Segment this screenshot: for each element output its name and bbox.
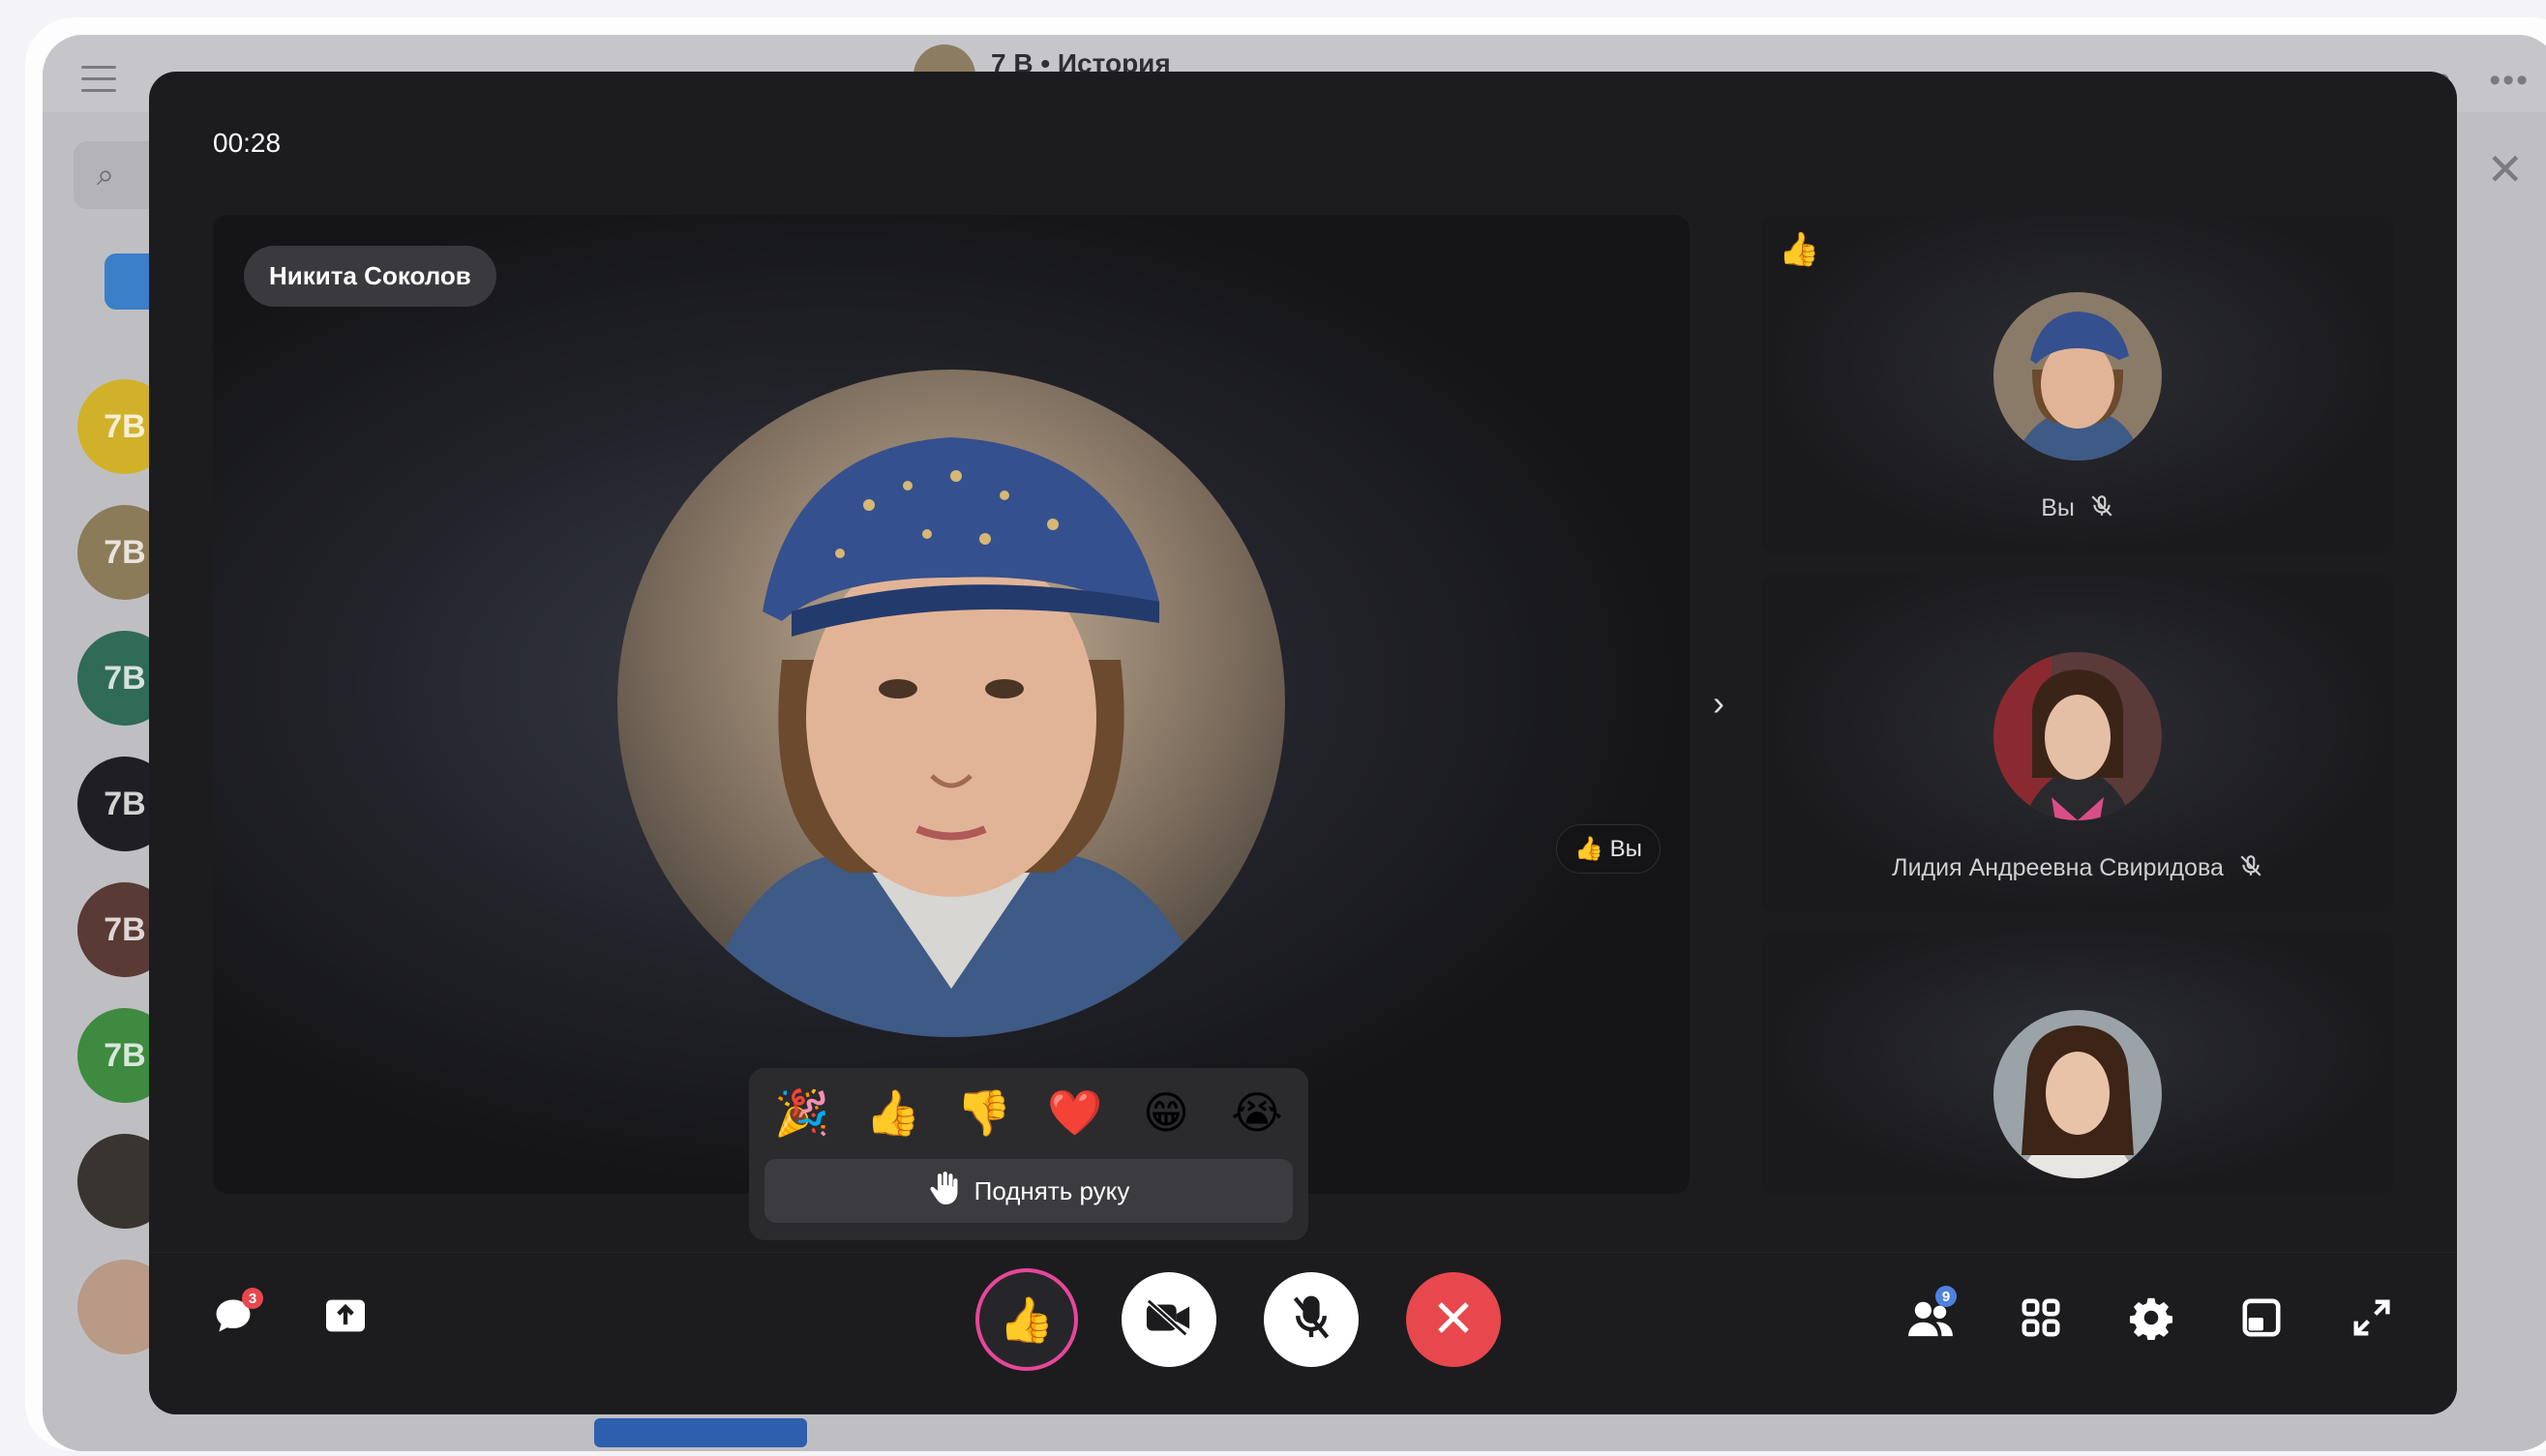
- grid-icon: [2021, 1297, 2061, 1343]
- chevron-right-icon[interactable]: ›: [1713, 683, 1724, 724]
- grid-view-button[interactable]: [2007, 1286, 2075, 1353]
- participant-name: Вы: [2041, 494, 2075, 522]
- raise-hand-label: Поднять руку: [973, 1175, 1130, 1205]
- mic-toggle-button[interactable]: [1264, 1272, 1359, 1367]
- thumbs-up-icon: 👍: [999, 1293, 1055, 1345]
- mic-off-icon: [2089, 493, 2114, 525]
- thumbs-up-icon[interactable]: 👍: [859, 1082, 927, 1144]
- reaction-button[interactable]: 👍: [979, 1272, 1074, 1367]
- more-icon[interactable]: •••: [2489, 62, 2530, 100]
- participant-avatar: [1993, 1010, 2162, 1178]
- participant-tile-1[interactable]: 👍 Вы: [1761, 215, 2394, 553]
- participant-avatar: [1993, 292, 2162, 461]
- mic-off-icon: [1290, 1294, 1333, 1346]
- tile-reaction: 👍: [1779, 231, 1820, 268]
- reaction-author: Вы: [1609, 836, 1642, 862]
- participant-label: Вы: [1761, 493, 2394, 525]
- speaker-avatar: [617, 370, 1285, 1037]
- heart-icon[interactable]: ❤️: [1041, 1082, 1109, 1144]
- thumbs-up-icon: 👍: [1574, 836, 1603, 862]
- crying-icon[interactable]: 😭: [1223, 1082, 1291, 1144]
- mic-off-icon: [2238, 853, 2263, 885]
- participant-name: Лидия Андреевна Свиридова: [1892, 854, 2224, 882]
- video-call-window: 00:28 Никита Соколов 👍 Вы › 👍 Вы Лидия А…: [149, 72, 2457, 1414]
- hand-icon: [928, 1170, 961, 1213]
- picture-in-picture-icon: [2241, 1297, 2282, 1343]
- grin-icon[interactable]: 😁: [1132, 1082, 1200, 1144]
- background-button: [594, 1418, 807, 1447]
- share-screen-icon: [324, 1296, 367, 1340]
- menu-icon[interactable]: [81, 66, 116, 92]
- gear-icon: [2129, 1295, 2173, 1345]
- call-timer: 00:28: [213, 128, 282, 158]
- chat-button[interactable]: 3: [199, 1284, 267, 1352]
- raise-hand-button[interactable]: Поднять руку: [764, 1159, 1293, 1223]
- participant-tile-3[interactable]: [1761, 933, 2394, 1194]
- call-controls: 3 👍 9: [149, 1252, 2457, 1414]
- reaction-badge: 👍 Вы: [1556, 824, 1661, 874]
- participant-avatar: [1993, 652, 2162, 820]
- search-icon: ⌕: [97, 157, 114, 192]
- close-icon[interactable]: ✕: [2486, 143, 2524, 195]
- fullscreen-icon: [2352, 1298, 2391, 1342]
- picture-in-picture-button[interactable]: [2228, 1286, 2295, 1353]
- camera-off-icon: [1145, 1298, 1193, 1342]
- share-screen-button[interactable]: [312, 1284, 379, 1352]
- participants-button[interactable]: 9: [1897, 1286, 1964, 1353]
- party-popper-icon[interactable]: 🎉: [768, 1082, 836, 1144]
- end-call-icon: [1434, 1298, 1473, 1342]
- participant-tile-2[interactable]: Лидия Андреевна Свиридова: [1761, 575, 2394, 913]
- fullscreen-button[interactable]: [2338, 1286, 2406, 1353]
- participant-label: Лидия Андреевна Свиридова: [1761, 853, 2394, 885]
- main-video-stage[interactable]: Никита Соколов 👍 Вы: [213, 215, 1690, 1194]
- camera-toggle-button[interactable]: [1122, 1272, 1216, 1367]
- settings-button[interactable]: [2117, 1286, 2185, 1353]
- chat-badge: 3: [242, 1288, 263, 1309]
- reactions-popover: 🎉 👍 👎 ❤️ 😁 😭 Поднять руку: [749, 1068, 1308, 1240]
- emoji-row: 🎉 👍 👎 ❤️ 😁 😭: [768, 1082, 1291, 1144]
- participants-badge: 9: [1935, 1286, 1957, 1307]
- thumbs-down-icon[interactable]: 👎: [950, 1082, 1018, 1144]
- speaker-name: Никита Соколов: [244, 246, 496, 307]
- end-call-button[interactable]: [1406, 1272, 1501, 1367]
